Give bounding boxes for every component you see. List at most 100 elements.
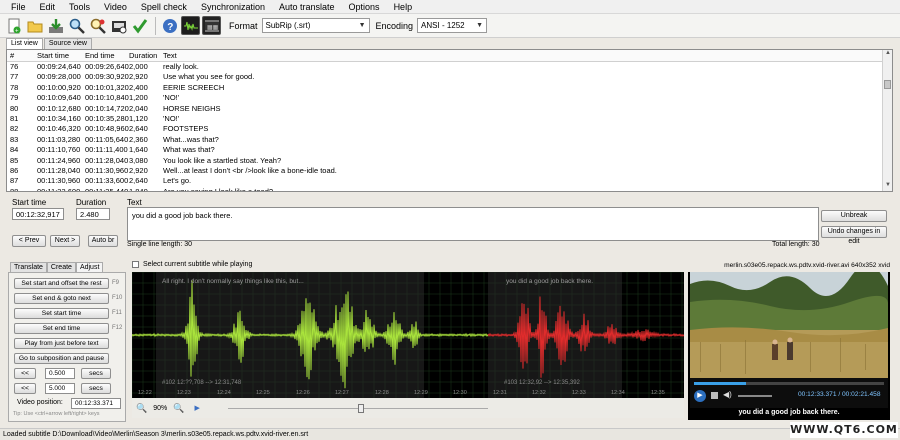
table-row[interactable]: 83 00:11:03,280 00:11:05,640 2,360 What...wa… [7, 135, 892, 145]
scroll-thumb[interactable] [884, 80, 891, 89]
cell-end: 00:11:28,040 [85, 155, 129, 165]
set-end-goto-next-button[interactable]: Set end & goto next [14, 293, 109, 304]
column-header-number[interactable]: # [7, 50, 37, 61]
time-tick-label: 12:22 [138, 390, 152, 396]
table-row[interactable]: 79 00:10:09,640 00:10:10,840 1,200 'NO!' [7, 93, 892, 103]
table-row[interactable]: 82 00:10:46,320 00:10:48,960 2,640 FOOTSTEPS [7, 124, 892, 134]
list-scrollbar[interactable]: ▲ ▼ [882, 50, 892, 191]
set-start-time-button[interactable]: Set start time [14, 308, 109, 319]
video-seek-bar[interactable] [694, 382, 884, 385]
cell-duration: 2,640 [129, 124, 148, 134]
save-icon[interactable] [46, 16, 65, 35]
volume-icon[interactable]: ◀) [723, 390, 732, 399]
menu-help[interactable]: Help [387, 2, 420, 12]
step-small-input[interactable]: 0.500 [45, 368, 75, 379]
waveform-position-slider[interactable] [227, 403, 488, 413]
cell-text: HORSE NEIGHS [163, 103, 221, 113]
scroll-down-icon[interactable]: ▼ [883, 182, 892, 191]
waveform-toggle-icon[interactable] [181, 16, 200, 35]
start-time-input[interactable]: 00:12:32,917 [12, 208, 64, 220]
encoding-select[interactable]: ANSI - 1252 ▼ [417, 18, 488, 33]
column-header-end[interactable]: End time [85, 50, 129, 61]
secs-button[interactable]: secs [81, 368, 111, 379]
play-before-text-button[interactable]: Play from just before text [14, 338, 109, 349]
subtitle-text-input[interactable]: you did a good job back there. [127, 207, 819, 241]
tab-source-view[interactable]: Source view [43, 38, 92, 49]
cell-text: really look. [163, 62, 199, 71]
zoom-in-icon[interactable]: 🔍 [173, 403, 184, 414]
tab-list-view[interactable]: List view [6, 38, 43, 49]
tab-translate[interactable]: Translate [10, 262, 47, 272]
slider-thumb[interactable] [357, 403, 364, 413]
menu-tools[interactable]: Tools [62, 2, 97, 12]
video-frame[interactable] [690, 272, 888, 378]
stop-icon[interactable] [711, 392, 718, 399]
prev-button[interactable]: < Prev [12, 235, 46, 247]
secs-large-button[interactable]: secs [81, 383, 111, 394]
replace-icon[interactable] [88, 16, 107, 35]
column-header-text[interactable]: Text [161, 50, 892, 61]
adjust-panel: Set start and offset the rest F9 Set end… [8, 272, 126, 422]
open-folder-icon[interactable] [25, 16, 44, 35]
play-icon[interactable]: ▶ [194, 404, 199, 412]
set-start-offset-button[interactable]: Set start and offset the rest [14, 278, 109, 289]
zoom-out-icon[interactable]: 🔍 [136, 403, 147, 414]
list-header: # Start time End time Duration Text [7, 50, 892, 62]
menu-spell-check[interactable]: Spell check [134, 2, 194, 12]
menu-bar: File Edit Tools Video Spell check Synchr… [0, 0, 900, 14]
table-row[interactable]: 80 00:10:12,680 00:10:14,720 2,040 HORSE NEI… [7, 104, 892, 114]
cell-number: 84 [10, 145, 19, 155]
undo-changes-button[interactable]: Undo changes in edit [821, 226, 887, 245]
back-large-button[interactable]: << [14, 383, 36, 394]
format-select[interactable]: SubRip (.srt) ▼ [261, 18, 370, 33]
cell-start: 00:11:28,040 [37, 165, 81, 175]
cell-start: 00:10:09,640 [37, 93, 81, 103]
tab-create[interactable]: Create [46, 262, 76, 272]
cell-number: 80 [10, 103, 19, 113]
table-row[interactable]: 85 00:11:24,960 00:11:28,040 3,080 You look … [7, 156, 892, 166]
table-row[interactable]: 86 00:11:28,040 00:11:30,960 2,920 Well...at… [7, 166, 892, 176]
menu-auto-translate[interactable]: Auto translate [272, 2, 342, 12]
table-row[interactable]: 88 00:11:33,600 00:11:35,440 1,840 Are you s… [7, 186, 892, 192]
set-end-time-button[interactable]: Set end time [14, 323, 109, 334]
table-row[interactable]: 78 00:10:00,920 00:10:01,320 2,400 EERIE SCR… [7, 83, 892, 93]
duration-input[interactable]: 2.480 [76, 208, 110, 220]
play-icon[interactable]: ▶ [694, 390, 706, 402]
spell-check-icon[interactable] [130, 16, 149, 35]
video-toggle-icon[interactable]: ▦▦ [202, 16, 221, 35]
menu-file[interactable]: File [4, 2, 33, 12]
step-large-input[interactable]: 5.000 [45, 383, 75, 394]
table-row[interactable]: 84 00:11:10,760 00:11:11,400 1,640 What was … [7, 145, 892, 155]
goto-subposition-button[interactable]: Go to subposition and pause [14, 353, 109, 364]
menu-synchronization[interactable]: Synchronization [194, 2, 272, 12]
table-row[interactable]: 76 00:09:24,640 00:09:26,640 2,000 really lo… [7, 62, 892, 72]
cell-start: 00:09:24,640 [37, 62, 81, 71]
table-row[interactable]: 87 00:11:30,960 00:11:33,600 2,640 Let's go. [7, 176, 892, 186]
column-header-duration[interactable]: Duration [129, 50, 161, 61]
new-file-icon[interactable]: + [4, 16, 23, 35]
back-small-button[interactable]: << [14, 368, 36, 379]
table-row[interactable]: 77 00:09:28,000 00:09:30,920 2,920 Use what … [7, 72, 892, 82]
visual-sync-icon[interactable] [109, 16, 128, 35]
column-header-start[interactable]: Start time [37, 50, 85, 61]
select-while-playing-checkbox[interactable]: Select current subtitle while playing [132, 261, 252, 268]
table-row[interactable]: 81 00:10:34,160 00:10:35,280 1,120 'NO!' [7, 114, 892, 124]
chevron-down-icon: ▼ [358, 22, 366, 29]
auto-br-button[interactable]: Auto br [88, 235, 118, 247]
video-position-input[interactable]: 00:12:33.371 [71, 398, 121, 409]
scroll-up-icon[interactable]: ▲ [883, 50, 892, 59]
help-icon[interactable]: ? [160, 16, 179, 35]
menu-edit[interactable]: Edit [33, 2, 63, 12]
waveform-panel[interactable]: All right. I don't normally say things l… [132, 272, 684, 398]
zoom-level[interactable]: 90% [153, 405, 167, 412]
tab-adjust[interactable]: Adjust [75, 262, 104, 272]
next-button[interactable]: Next > [50, 235, 80, 247]
cell-text: Are you saying I look like a toad? [163, 186, 274, 192]
volume-slider[interactable] [738, 395, 772, 397]
find-icon[interactable] [67, 16, 86, 35]
menu-options[interactable]: Options [342, 2, 387, 12]
cell-end: 00:10:14,720 [85, 103, 129, 113]
checkbox-box[interactable] [132, 261, 139, 268]
menu-video[interactable]: Video [97, 2, 134, 12]
unbreak-button[interactable]: Unbreak [821, 210, 887, 222]
